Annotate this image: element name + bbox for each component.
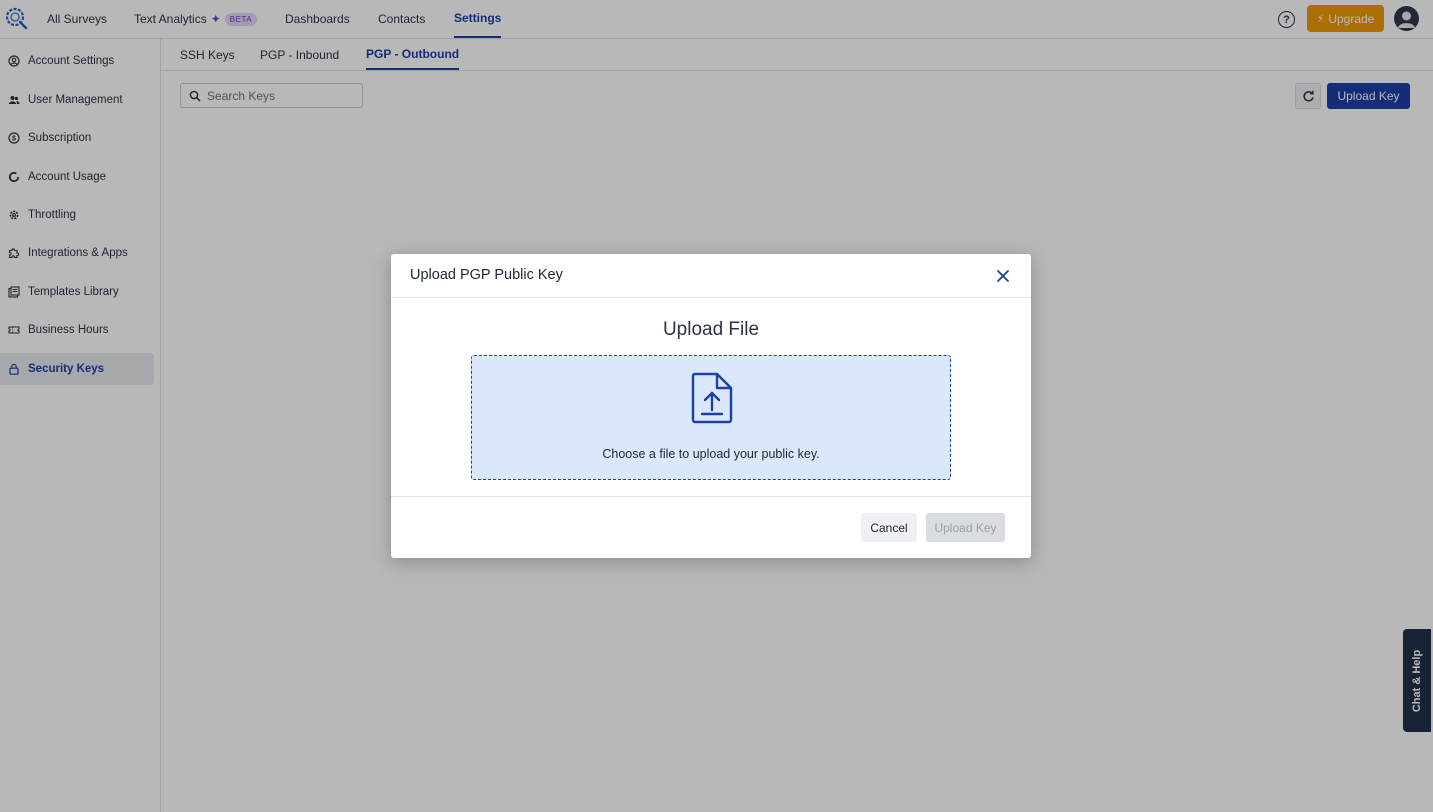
upload-key-submit-button[interactable]: Upload Key xyxy=(926,513,1005,542)
modal-footer: Cancel Upload Key xyxy=(391,496,1031,558)
modal-header: Upload PGP Public Key xyxy=(391,254,1031,298)
upload-pgp-modal: Upload PGP Public Key Upload File Choose… xyxy=(391,254,1031,558)
cancel-label: Cancel xyxy=(870,520,908,535)
dropzone-text: Choose a file to upload your public key. xyxy=(602,447,820,461)
file-upload-icon xyxy=(691,372,733,424)
file-dropzone[interactable]: Choose a file to upload your public key. xyxy=(471,355,951,480)
upload-submit-label: Upload Key xyxy=(934,520,997,535)
upload-file-heading: Upload File xyxy=(662,319,760,340)
modal-title: Upload PGP Public Key xyxy=(410,267,563,283)
cancel-button[interactable]: Cancel xyxy=(861,513,917,542)
close-icon[interactable] xyxy=(994,267,1012,285)
